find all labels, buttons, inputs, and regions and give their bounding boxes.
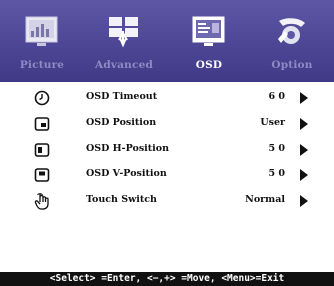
tab-bar: Picture Advanced OSD Option [0, 0, 334, 82]
tab-picture[interactable]: Picture [1, 0, 83, 82]
tab-advanced[interactable]: Advanced [83, 0, 165, 82]
arrow-right-icon [300, 118, 308, 130]
tab-label: Option [271, 59, 313, 71]
tab-label: Advanced [94, 59, 154, 71]
osd-menu: Picture Advanced OSD Option OSD Timeout … [0, 0, 334, 286]
menu-item-label: OSD H-Position [86, 143, 170, 154]
arrow-right-icon [300, 195, 308, 207]
tab-option[interactable]: Option [251, 0, 333, 82]
advanced-icon [109, 17, 138, 48]
menu-item-osd-v-position[interactable]: OSD V-Position 5 0 [0, 164, 334, 186]
menu-item-touch-switch[interactable]: Touch Switch Normal [0, 190, 334, 212]
menu-item-osd-h-position[interactable]: OSD H-Position 5 0 [0, 139, 334, 161]
v-position-icon [34, 168, 50, 182]
arrow-right-icon [300, 144, 308, 156]
option-icon [278, 18, 305, 44]
menu-item-value: 5 0 [268, 168, 285, 179]
menu-item-value: User [260, 117, 285, 128]
tab-osd[interactable]: OSD [168, 0, 250, 82]
osd-position-icon [34, 117, 50, 131]
tab-label: Picture [19, 59, 65, 71]
menu-item-value: 5 0 [268, 143, 285, 154]
h-position-icon [34, 143, 50, 157]
osd-icon [192, 16, 225, 46]
menu-item-value: Normal [245, 194, 285, 205]
menu-item-label: OSD V-Position [86, 168, 167, 179]
tab-label: OSD [195, 59, 223, 71]
menu-item-value: 6 0 [268, 91, 285, 102]
menu-item-label: Touch Switch [86, 194, 157, 205]
arrow-right-icon [300, 92, 308, 104]
menu-item-osd-timeout[interactable]: OSD Timeout 6 0 [0, 87, 334, 109]
menu-item-label: OSD Timeout [86, 91, 158, 102]
picture-icon [25, 16, 58, 46]
clock-icon [34, 90, 50, 106]
footer-hint-bar: <Select> =Enter, <−,+> =Move, <Menu>=Exi… [0, 272, 334, 286]
touch-icon [34, 193, 49, 210]
menu-item-label: OSD Position [86, 117, 157, 128]
menu-item-osd-position[interactable]: OSD Position User [0, 113, 334, 135]
arrow-right-icon [300, 169, 308, 181]
